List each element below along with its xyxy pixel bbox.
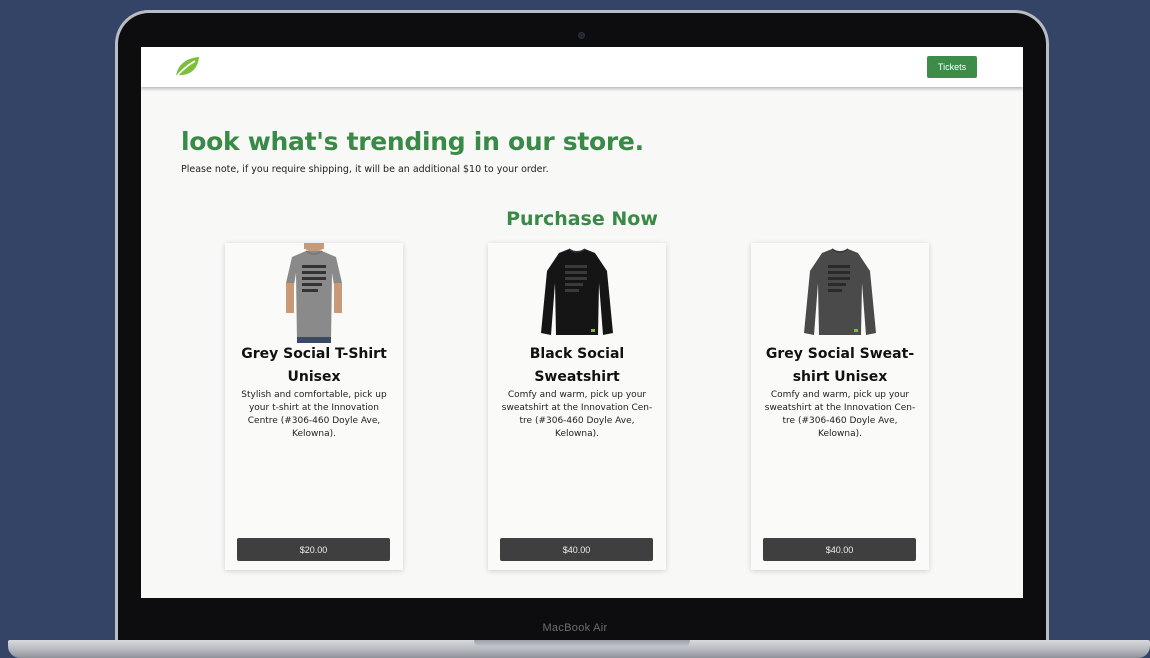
buy-button[interactable]: $40.00 [763,538,916,561]
product-title: Grey Social Sweat-shirt Unisex [765,346,915,385]
product-description: Comfy and warm, pick up your sweatshirt … [501,390,653,439]
product-card: Grey Social Sweat-shirt Unisex Comfy and… [751,243,929,570]
navbar: Tickets [141,47,1023,87]
webcam-icon [578,32,585,39]
black-sweatshirt-image[interactable] [527,243,627,343]
product-title: Black Social Sweatshirt [529,346,625,385]
product-description: Stylish and comfortable, pick up your t-… [241,390,387,439]
grey-sweatshirt-image[interactable] [790,243,890,343]
product-card: Black Social Sweatshirt Comfy and warm, … [488,243,666,570]
buy-button[interactable]: $40.00 [500,538,653,561]
page-title: look what's trending in our store. [181,127,644,156]
product-card: Grey Social T-Shirt Unisex Stylish and c… [225,243,403,570]
section-title: Purchase Now [506,208,658,230]
grey-tshirt-model-image[interactable] [264,243,364,343]
device-label: MacBook Air [542,622,608,634]
tickets-button[interactable]: Tickets [927,56,977,78]
leaf-icon[interactable] [174,55,200,79]
product-title: Grey Social T-Shirt Unisex [241,346,387,385]
buy-button[interactable]: $20.00 [237,538,390,561]
laptop-notch [474,640,690,647]
browser-screen: Tickets look what's trending in our stor… [141,47,1023,598]
shipping-note: Please note, if you require shipping, it… [181,164,549,175]
product-description: Comfy and warm, pick up your sweatshirt … [764,390,916,439]
